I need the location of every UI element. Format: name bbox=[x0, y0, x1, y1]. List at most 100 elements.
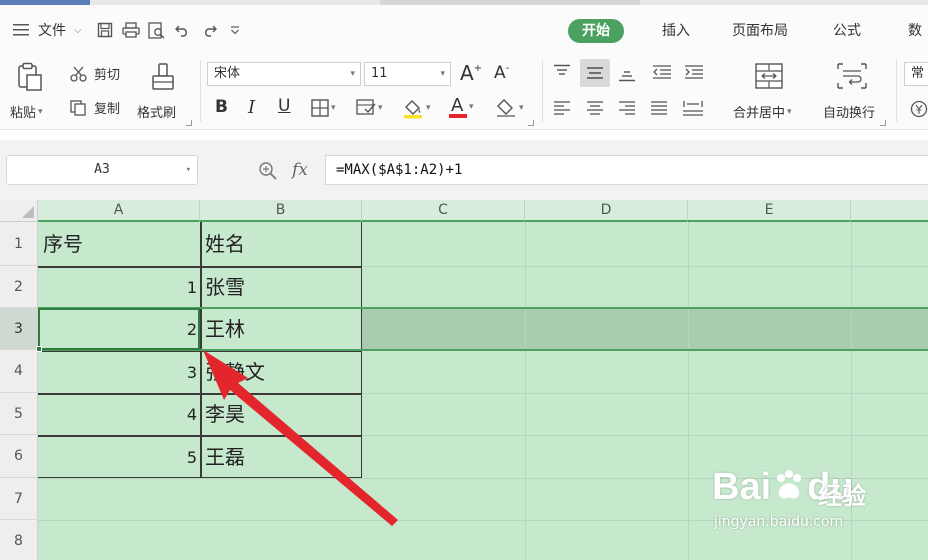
cell-b5[interactable]: 李昊 bbox=[200, 393, 362, 435]
chevron-down-icon: ▾ bbox=[331, 103, 336, 113]
justify-button[interactable] bbox=[650, 100, 668, 116]
tab-formulas[interactable]: 公式 bbox=[833, 19, 861, 43]
align-top-button[interactable] bbox=[553, 64, 571, 80]
file-menu[interactable]: 文件 bbox=[38, 20, 66, 40]
row-header-4[interactable]: 4 bbox=[0, 350, 38, 393]
paste-button[interactable]: 粘贴 ▾ bbox=[10, 102, 43, 121]
align-right-button[interactable] bbox=[618, 100, 636, 116]
borders-button[interactable]: ▾ bbox=[311, 99, 336, 117]
align-bottom-button[interactable] bbox=[618, 66, 636, 82]
underline-button[interactable]: U bbox=[278, 96, 290, 116]
file-menu-chevron-icon[interactable]: ⌵ bbox=[74, 25, 82, 36]
row-header-6[interactable]: 6 bbox=[0, 435, 38, 478]
align-left-icon bbox=[554, 101, 570, 115]
row-header-3[interactable]: 3 bbox=[0, 308, 38, 350]
fill-handle[interactable] bbox=[36, 346, 42, 352]
cut-button[interactable]: 剪切 bbox=[70, 64, 120, 83]
align-left-button[interactable] bbox=[553, 100, 571, 116]
selected-row-highlight bbox=[362, 308, 928, 350]
align-center-button[interactable] bbox=[586, 100, 604, 116]
cell-b4[interactable]: 张静文 bbox=[200, 351, 362, 393]
column-header-c[interactable]: C bbox=[362, 200, 525, 222]
chevron-down-icon: ▾ bbox=[378, 103, 383, 113]
active-cell-cursor[interactable] bbox=[36, 308, 200, 352]
font-size-value: 11 bbox=[371, 66, 388, 81]
distributed-align-button[interactable] bbox=[682, 100, 704, 116]
customize-toolbar-icon[interactable] bbox=[226, 21, 244, 39]
increase-indent-icon bbox=[685, 65, 703, 79]
cell-b6[interactable]: 王磊 bbox=[200, 436, 362, 478]
spreadsheet-grid[interactable]: A B C D E 1 2 3 4 5 6 7 8 序号 姓名 1 张雪 2 王… bbox=[0, 200, 928, 560]
copy-button[interactable]: 复制 bbox=[70, 98, 120, 117]
undo-icon[interactable] bbox=[174, 21, 192, 39]
save-icon[interactable] bbox=[96, 21, 114, 39]
merge-center-icon[interactable] bbox=[754, 62, 784, 90]
row-header-5[interactable]: 5 bbox=[0, 393, 38, 435]
font-color-swatch bbox=[449, 114, 467, 118]
font-dialog-launcher-icon[interactable] bbox=[528, 120, 534, 126]
cell-a4[interactable]: 3 bbox=[38, 351, 200, 393]
paste-icon[interactable] bbox=[14, 62, 44, 92]
tab-home[interactable]: 开始 bbox=[568, 19, 624, 43]
cell-a2[interactable]: 1 bbox=[38, 266, 200, 308]
wrap-text-button[interactable]: 自动换行 bbox=[823, 102, 875, 121]
redo-icon[interactable] bbox=[200, 21, 218, 39]
currency-format-icon[interactable] bbox=[910, 100, 928, 118]
column-header-a[interactable]: A bbox=[38, 200, 200, 222]
column-header-d[interactable]: D bbox=[525, 200, 688, 222]
cell-b1[interactable]: 姓名 bbox=[200, 223, 362, 265]
font-name-select[interactable]: 宋体 ▾ bbox=[207, 62, 361, 86]
format-painter-icon[interactable] bbox=[150, 62, 176, 92]
cell-a5[interactable]: 4 bbox=[38, 393, 200, 435]
print-preview-icon[interactable] bbox=[147, 21, 166, 39]
tab-insert[interactable]: 插入 bbox=[662, 19, 690, 43]
name-box-value: A3 bbox=[94, 162, 110, 177]
bold-button[interactable]: B bbox=[215, 97, 228, 117]
wrap-text-icon[interactable] bbox=[836, 62, 868, 90]
insert-function-button[interactable]: fx bbox=[292, 160, 308, 180]
alignment-dialog-launcher-icon[interactable] bbox=[880, 120, 886, 126]
column-header-f[interactable] bbox=[851, 200, 928, 222]
merge-center-label: 合并居中 bbox=[733, 106, 786, 121]
merge-center-button[interactable]: 合并居中 ▾ bbox=[733, 102, 792, 121]
row-header-1[interactable]: 1 bbox=[0, 222, 38, 266]
name-box[interactable]: A3 ▾ bbox=[6, 155, 198, 185]
format-painter-label: 格式刷 bbox=[137, 106, 177, 121]
row-header-7[interactable]: 7 bbox=[0, 478, 38, 520]
chevron-down-icon: ▾ bbox=[185, 165, 191, 175]
grow-font-button[interactable]: A + bbox=[460, 61, 482, 85]
align-middle-button[interactable] bbox=[580, 59, 610, 87]
row-header-2[interactable]: 2 bbox=[0, 266, 38, 308]
clipboard-dialog-launcher-icon[interactable] bbox=[186, 120, 192, 126]
ribbon-separator bbox=[896, 60, 897, 122]
increase-indent-button[interactable] bbox=[684, 64, 704, 80]
shrink-font-button[interactable]: A- bbox=[494, 63, 509, 84]
gridline bbox=[38, 520, 928, 521]
decrease-indent-button[interactable] bbox=[652, 64, 672, 80]
select-all-button[interactable] bbox=[0, 200, 38, 222]
italic-button[interactable]: I bbox=[248, 97, 255, 118]
formula-input[interactable]: =MAX($A$1:A2)+1 bbox=[325, 155, 928, 185]
clear-button[interactable]: ▾ bbox=[495, 98, 524, 118]
row-header-8[interactable]: 8 bbox=[0, 520, 38, 560]
cell-style-button[interactable]: ▾ bbox=[356, 99, 383, 117]
ribbon-separator bbox=[200, 60, 201, 122]
font-size-select[interactable]: 11 ▾ bbox=[364, 62, 451, 86]
column-header-b[interactable]: B bbox=[200, 200, 362, 222]
print-icon[interactable] bbox=[121, 21, 140, 39]
hamburger-menu-icon[interactable] bbox=[12, 21, 30, 39]
tab-data[interactable]: 数 bbox=[908, 19, 922, 43]
cell-a6[interactable]: 5 bbox=[38, 436, 200, 478]
zoom-search-icon[interactable] bbox=[258, 161, 278, 185]
gridline bbox=[38, 478, 928, 479]
format-painter-button[interactable]: 格式刷 bbox=[137, 102, 176, 121]
tab-page-layout[interactable]: 页面布局 bbox=[732, 19, 788, 43]
column-header-e[interactable]: E bbox=[688, 200, 851, 222]
font-color-button[interactable]: A ▾ bbox=[449, 95, 474, 118]
decrease-indent-icon bbox=[653, 65, 671, 79]
cell-b3[interactable]: 王林 bbox=[200, 308, 362, 350]
cell-a1[interactable]: 序号 bbox=[38, 223, 200, 265]
number-format-select[interactable]: 常 bbox=[904, 62, 928, 86]
cell-b2[interactable]: 张雪 bbox=[200, 266, 362, 308]
fill-color-button[interactable]: ▾ bbox=[402, 97, 431, 119]
